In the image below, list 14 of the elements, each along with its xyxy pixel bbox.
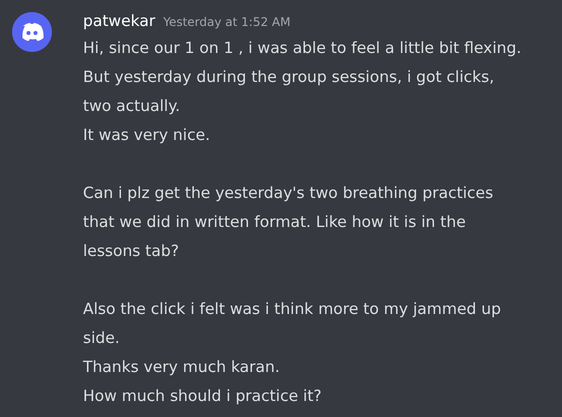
message-line: that we did in written format. Like how it is in the — [83, 212, 467, 233]
message-line: How much should i practice it? — [83, 386, 323, 407]
message-line: lessons tab? — [83, 241, 180, 262]
message-line: side. — [83, 328, 121, 349]
message-line: Thanks very much karan. — [83, 357, 281, 378]
author-name[interactable]: patwekar — [83, 12, 156, 30]
message-line: Also the click i felt was i think more to my jammed up — [83, 299, 502, 320]
message-line: Can i plz get the yesterday's two breathing practices — [83, 183, 494, 204]
message-line: It was very nice. — [83, 125, 212, 146]
message-line: two actually. — [83, 96, 182, 117]
message-line: Hi, since our 1 on 1 , i was able to feel a little bit flexing. — [83, 38, 522, 59]
timestamp: Yesterday at 1:52 AM — [163, 15, 290, 29]
message-line: But yesterday during the group sessions, i got clicks, — [83, 67, 496, 88]
avatar-icon[interactable] — [12, 12, 52, 52]
